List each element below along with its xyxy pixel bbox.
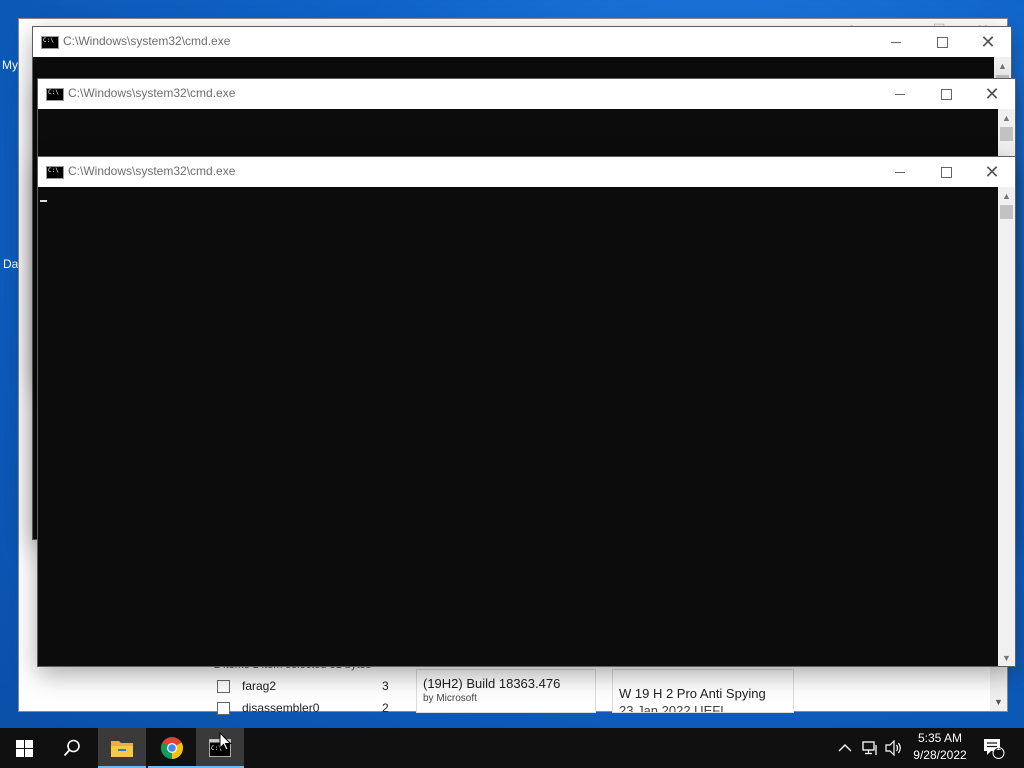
speaker-icon xyxy=(885,740,901,756)
tray-overflow-button[interactable] xyxy=(838,728,852,768)
chrome-taskbar-button[interactable] xyxy=(148,728,196,768)
close-button[interactable]: ✕ xyxy=(969,157,1015,187)
minimize-icon xyxy=(891,41,901,43)
close-icon: ✕ xyxy=(984,84,1000,104)
scroll-down-icon[interactable]: ▼ xyxy=(994,697,1003,707)
minimize-button[interactable] xyxy=(873,27,919,57)
notification-badge: 1 xyxy=(996,742,1002,752)
close-icon: ✕ xyxy=(980,32,996,52)
scroll-thumb[interactable] xyxy=(1000,127,1013,141)
search-icon xyxy=(63,739,80,757)
chrome-icon xyxy=(161,737,183,759)
cmd-titlebar[interactable]: C:\Windows\system32\cmd.exe ✕ xyxy=(33,27,1011,57)
minimize-button[interactable] xyxy=(877,79,923,109)
window-title: C:\Windows\system32\cmd.exe xyxy=(68,164,236,178)
scroll-up-icon[interactable]: ▲ xyxy=(994,57,1011,74)
tile-subtitle: 23 Jan 2022 UEFI xyxy=(619,703,724,713)
scroll-up-icon[interactable]: ▲ xyxy=(998,187,1015,204)
folder-icon xyxy=(111,741,133,757)
file-count: 2 xyxy=(382,701,389,715)
start-icon xyxy=(15,739,33,757)
minimize-icon xyxy=(895,93,905,95)
cmd-titlebar[interactable]: C:\Windows\system32\cmd.exe ✕ xyxy=(38,157,1015,187)
window-title: C:\Windows\system32\cmd.exe xyxy=(63,34,231,48)
close-button[interactable]: ✕ xyxy=(969,79,1015,109)
result-tile[interactable]: W 19 H 2 Pro Anti Spying 23 Jan 2022 UEF… xyxy=(612,669,794,713)
checkbox[interactable] xyxy=(217,679,230,693)
file-explorer-taskbar-button[interactable] xyxy=(98,728,146,768)
window-title: C:\Windows\system32\cmd.exe xyxy=(68,86,236,100)
tile-title: (19H2) Build 18363.476 xyxy=(423,676,561,691)
cmd-titlebar[interactable]: C:\Windows\system32\cmd.exe ✕ xyxy=(38,79,1015,109)
mouse-pointer-icon xyxy=(219,732,232,751)
cmd-icon xyxy=(46,88,64,101)
chevron-up-icon xyxy=(838,744,852,752)
close-button[interactable]: ✕ xyxy=(965,27,1011,57)
scroll-up-icon[interactable]: ▲ xyxy=(998,109,1015,126)
list-item[interactable]: farag2 3 xyxy=(217,679,389,693)
list-item[interactable]: disassembler0 2 xyxy=(217,701,389,715)
network-icon xyxy=(862,741,877,755)
close-icon: ✕ xyxy=(984,162,1000,182)
action-center-button[interactable]: 1 xyxy=(983,728,1005,768)
cmd-window-active[interactable]: C:\Windows\system32\cmd.exe ✕ ▲ ▼ xyxy=(38,157,1015,666)
cmd-icon xyxy=(46,166,64,179)
clock-time: 5:35 AM xyxy=(917,731,963,745)
maximize-button[interactable] xyxy=(923,157,969,187)
maximize-button[interactable] xyxy=(923,79,969,109)
notification-icon xyxy=(984,739,1005,759)
maximize-icon xyxy=(936,36,948,48)
minimize-icon xyxy=(895,171,905,173)
scrollbar[interactable]: ▲ ▼ xyxy=(998,187,1015,666)
search-button[interactable] xyxy=(48,728,96,768)
clock-date: 9/28/2022 xyxy=(913,748,967,762)
network-button[interactable] xyxy=(862,728,880,768)
clock[interactable]: 5:35 AM 9/28/2022 xyxy=(905,730,975,764)
scroll-thumb[interactable] xyxy=(1000,205,1013,219)
maximize-icon xyxy=(940,166,952,178)
file-count: 3 xyxy=(382,679,389,693)
minimize-button[interactable] xyxy=(877,157,923,187)
volume-button[interactable] xyxy=(885,728,903,768)
scroll-down-icon[interactable]: ▼ xyxy=(998,649,1015,666)
maximize-icon xyxy=(940,88,952,100)
tile-title: W 19 H 2 Pro Anti Spying xyxy=(619,686,766,701)
taskbar: C:\ 5:35 AM 9/28/2022 1 xyxy=(0,728,1024,768)
cmd-icon xyxy=(41,36,59,49)
result-tile[interactable]: (19H2) Build 18363.476 by Microsoft xyxy=(416,669,596,713)
maximize-button[interactable] xyxy=(919,27,965,57)
start-button[interactable] xyxy=(0,728,48,768)
checkbox[interactable] xyxy=(217,701,230,715)
file-name: disassembler0 xyxy=(242,701,320,715)
tile-subtitle: by Microsoft xyxy=(423,693,477,704)
desktop-icon-label[interactable]: Da xyxy=(3,257,18,271)
desktop-icon-label[interactable]: My xyxy=(2,58,18,72)
text-cursor xyxy=(40,200,47,202)
file-name: farag2 xyxy=(242,679,277,693)
